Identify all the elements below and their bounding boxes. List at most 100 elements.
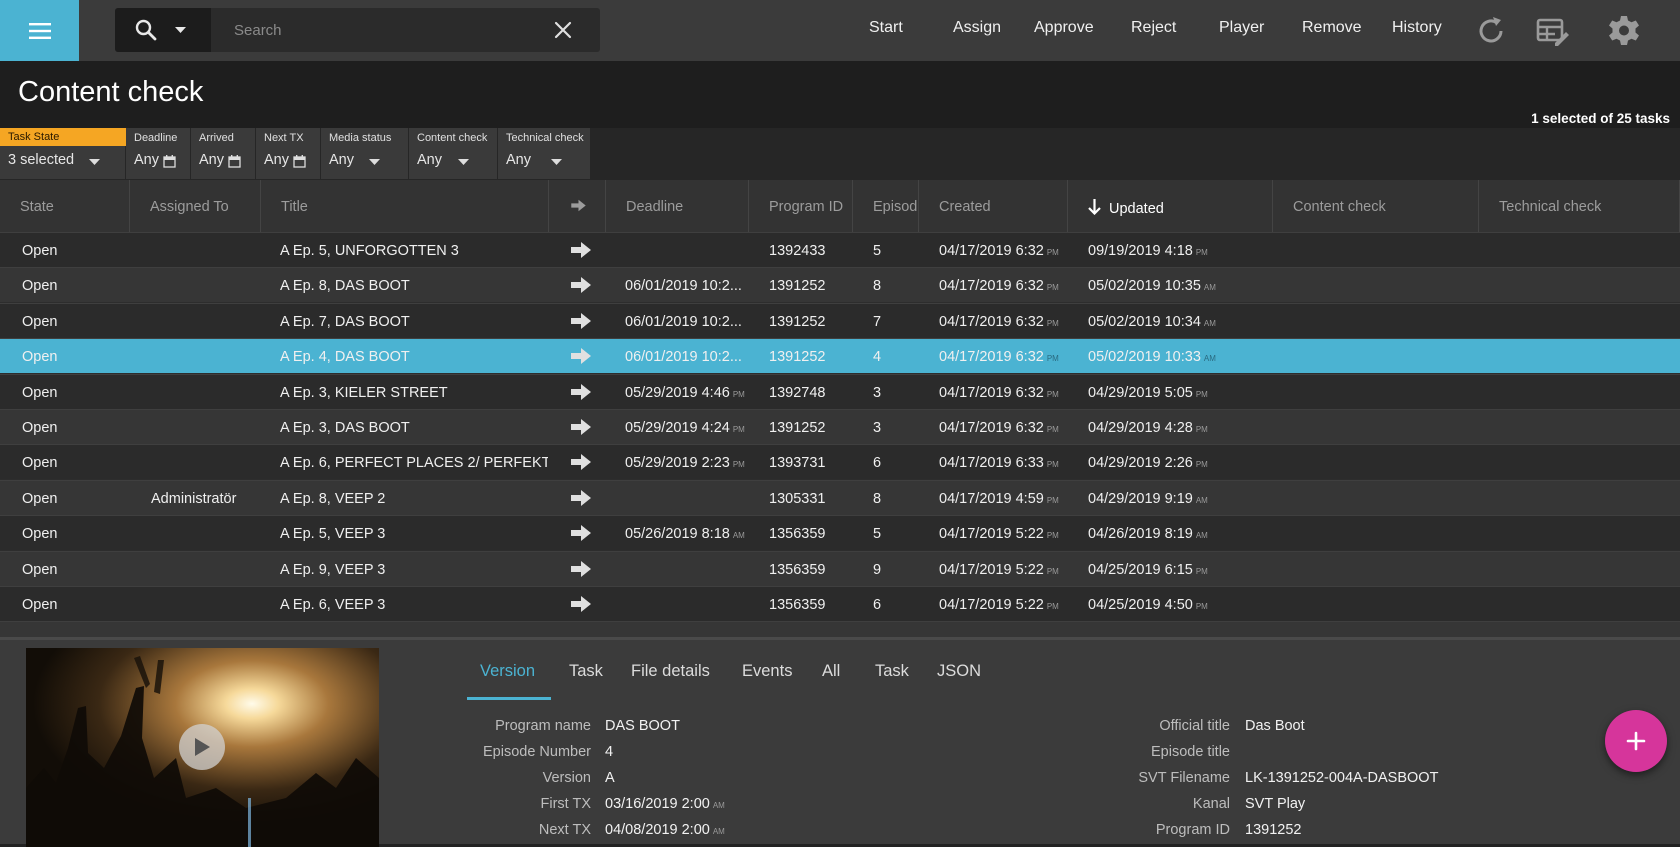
cell-state: Open [22,420,122,436]
column-header-state[interactable]: State [0,180,130,232]
filter-task-state[interactable]: Task State 3 selected [0,128,126,179]
tab-file-details[interactable]: File details [631,662,710,681]
tab-json[interactable]: JSON [937,662,981,681]
table-row[interactable]: Open A Ep. 3, KIELER STREET 05/29/2019 4:4… [0,373,1680,409]
field-value-svt-filename: LK-1391252-004A-DASBOOT [1245,770,1439,786]
open-task-arrow-icon[interactable] [571,276,591,294]
column-header-program-id[interactable]: Program ID [749,180,853,232]
open-task-arrow-icon[interactable] [571,312,591,330]
column-header-label: Updated [1109,201,1164,217]
cell-text: 1393731 [769,455,826,472]
filter-label: Next TX [264,132,304,144]
open-task-arrow-icon[interactable] [571,524,591,542]
open-task-arrow-icon[interactable] [571,418,591,436]
table-row[interactable]: Open Administratör A Ep. 8, VEEP 2 1305331 8… [0,479,1680,515]
column-header-updated[interactable]: Updated [1068,180,1273,232]
table-row[interactable]: Open A Ep. 9, VEEP 3 1356359 9 04/17/2019 5:… [0,550,1680,586]
tab-task[interactable]: Task [569,662,603,681]
search-mode-dropdown[interactable] [115,8,211,52]
cell-text: A Ep. 9, VEEP 3 [280,561,386,578]
add-button[interactable] [1605,710,1667,772]
filter-media-status[interactable]: Media status Any [321,128,409,179]
tab-task[interactable]: Task [875,662,909,681]
cell-meridiem: AM [1195,531,1208,541]
player-button[interactable]: Player [1219,19,1264,37]
assign-button[interactable]: Assign [953,19,1001,37]
filter-arrived[interactable]: Arrived Any [191,128,256,179]
filter-bar: Task State 3 selected Deadline Any Arrived An… [0,128,1680,180]
edit-table-icon[interactable] [1535,14,1569,48]
cell-episode: 8 [873,278,913,294]
history-button[interactable]: History [1392,19,1442,37]
cell-meridiem: PM [1195,602,1208,611]
gear-icon[interactable] [1607,14,1641,48]
calendar-icon [293,155,306,168]
table-row[interactable]: Open A Ep. 7, DAS BOOT 06/01/2019 10:2... 1… [0,302,1680,338]
cell-text: A Ep. 6, VEEP 3 [280,597,386,613]
column-header-technical-check[interactable]: Technical check [1479,180,1680,232]
table-row[interactable]: Open A Ep. 8, DAS BOOT 06/01/2019 10:2... 1… [0,267,1680,303]
filter-value: Any [199,152,224,168]
open-task-arrow-icon[interactable] [571,241,591,259]
column-header-go-to[interactable] [549,180,606,232]
column-header-assigned-to[interactable]: Assigned To [130,180,261,232]
reject-button[interactable]: Reject [1131,19,1176,37]
table-row[interactable]: Open A Ep. 4, DAS BOOT 06/01/2019 10:2... 1… [0,338,1680,374]
close-icon[interactable] [551,18,575,42]
cell-created: 04/17/2019 6:32 PM [939,349,1079,365]
cell-text: Open [22,384,58,401]
cell-program-id: 1393731 [769,455,859,471]
tab-events[interactable]: Events [742,662,792,681]
filter-next-tx[interactable]: Next TX Any [256,128,321,179]
cell-text: 09/19/2019 4:18 [1088,243,1193,259]
plus-icon [1626,731,1646,751]
cell-meridiem: PM [1046,531,1059,541]
tab-version[interactable]: Version [480,662,535,681]
table-row[interactable]: Open A Ep. 6, PERFECT PLACES 2/ PERFEKTE … [0,444,1680,480]
column-header-created[interactable]: Created [919,180,1068,232]
field-meridiem: AM [712,827,725,836]
cell-title: A Ep. 3, DAS BOOT [280,420,548,436]
table-row[interactable]: Open A Ep. 6, VEEP 3 1356359 6 04/17/2019 5:… [0,586,1680,621]
start-button[interactable]: Start [869,19,903,37]
table-row-partial[interactable] [0,621,1680,637]
refresh-icon[interactable] [1474,14,1508,48]
column-header-deadline[interactable]: Deadline [606,180,749,232]
column-header-title[interactable]: Title [261,180,549,232]
filter-content-check[interactable]: Content check Any [409,128,498,179]
open-task-arrow-icon[interactable] [571,489,591,507]
open-task-arrow-icon[interactable] [571,347,591,365]
caret-down-icon [458,159,469,165]
filter-deadline[interactable]: Deadline Any [126,128,191,179]
column-header-episode[interactable]: Episode [853,180,919,232]
cell-text: 7 [873,313,882,330]
table-row[interactable]: Open A Ep. 5, VEEP 3 05/26/2019 8:18 AM 1356… [0,515,1680,551]
cell-text: A Ep. 7, DAS BOOT [280,313,410,330]
open-task-arrow-icon[interactable] [571,383,591,401]
hamburger-menu-button[interactable] [0,0,79,61]
cell-text: 04/17/2019 6:32 [939,384,1044,401]
cell-text: 3 [873,420,882,436]
cell-text: 1391252 [769,278,826,295]
sort-descending-icon [1088,199,1101,216]
open-task-arrow-icon[interactable] [571,453,591,471]
play-button[interactable] [179,724,225,770]
filter-technical-check[interactable]: Technical check Any [498,128,591,179]
column-header-content-check[interactable]: Content check [1273,180,1479,232]
cell-deadline: 06/01/2019 10:2... [625,314,750,330]
cell-meridiem: PM [1195,248,1208,257]
table-row[interactable]: Open A Ep. 5, UNFORGOTTEN 3 1392433 5 04/17/… [0,232,1680,267]
search-input[interactable] [211,8,541,52]
cell-created: 04/17/2019 6:32 PM [939,420,1079,436]
remove-button[interactable]: Remove [1302,19,1362,37]
video-thumbnail[interactable] [26,648,379,847]
table-row[interactable]: Open A Ep. 3, DAS BOOT 05/29/2019 4:24 PM 13… [0,409,1680,444]
open-task-arrow-icon[interactable] [571,560,591,578]
field-value-episode-number: 4 [605,744,613,760]
cell-text: A Ep. 4, DAS BOOT [280,349,410,366]
tab-all[interactable]: All [822,662,840,681]
cell-text: A Ep. 5, UNFORGOTTEN 3 [280,243,459,259]
cell-updated: 04/29/2019 4:28 PM [1088,420,1258,436]
approve-button[interactable]: Approve [1034,19,1094,37]
open-task-arrow-icon[interactable] [571,595,591,613]
